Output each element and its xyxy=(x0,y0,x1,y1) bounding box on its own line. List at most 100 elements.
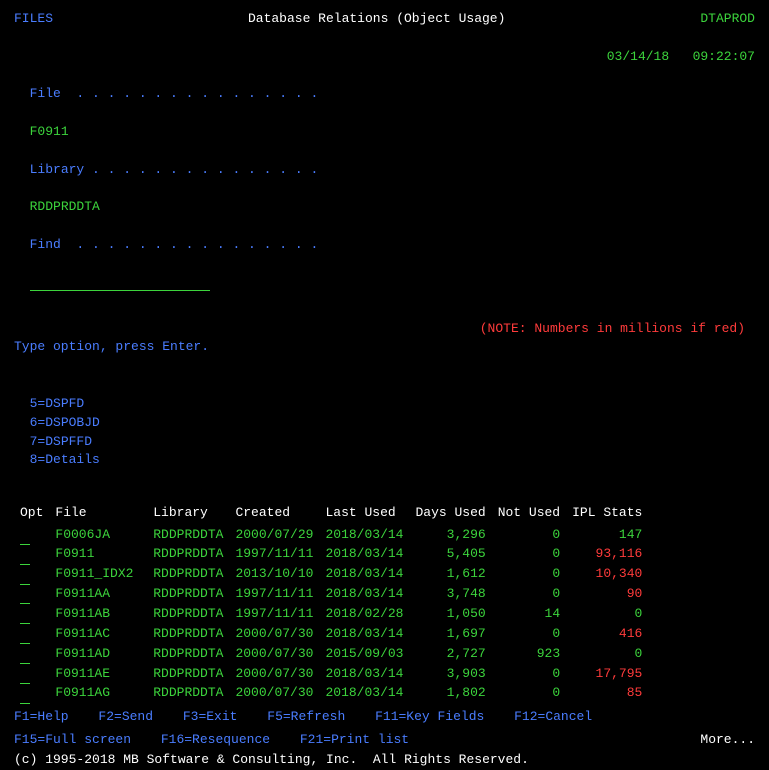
datetime-row: 03/14/18 09:22:07 xyxy=(14,29,755,67)
option-input[interactable] xyxy=(20,644,30,664)
cell-file: F0911 xyxy=(49,545,147,565)
cell-lastused: 2018/02/28 xyxy=(319,604,409,624)
cell-lastused: 2018/03/14 xyxy=(319,664,409,684)
find-input[interactable] xyxy=(30,275,210,291)
header-row: FILES Database Relations (Object Usage) … xyxy=(14,10,755,29)
table-row: F0911AE RDDPRDDTA2000/07/302018/03/14 3,… xyxy=(14,664,648,684)
cell-library: RDDPRDDTA xyxy=(147,525,229,545)
instructions-options: 5=DSPFD 6=DSPOBJD 7=DSPFFD 8=Details xyxy=(14,357,755,470)
cell-iplstats: 147 xyxy=(566,525,648,545)
option-input[interactable] xyxy=(20,585,30,605)
option-input[interactable] xyxy=(20,684,30,704)
cell-library: RDDPRDDTA xyxy=(147,565,229,585)
cell-lastused: 2018/03/14 xyxy=(319,545,409,565)
option-input[interactable] xyxy=(20,604,30,624)
fkey-row-2: F15=Full screen F16=Resequence F21=Print… xyxy=(14,731,755,750)
cell-notused: 0 xyxy=(492,525,566,545)
col-iplstats: IPL Stats xyxy=(566,504,648,525)
cell-daysused: 3,748 xyxy=(409,585,491,605)
cell-iplstats: 90 xyxy=(566,585,648,605)
date: 03/14/18 xyxy=(607,49,669,64)
system-name: DTAPROD xyxy=(700,10,755,29)
file-label: File . . . . . . . . . . . . . . . . xyxy=(30,86,319,101)
cell-notused: 14 xyxy=(492,604,566,624)
cell-notused: 0 xyxy=(492,664,566,684)
f2-send[interactable]: F2=Send xyxy=(98,709,153,724)
cell-daysused: 1,697 xyxy=(409,624,491,644)
table-row: F0911AC RDDPRDDTA2000/07/302018/03/14 1,… xyxy=(14,624,648,644)
cell-iplstats: 416 xyxy=(566,624,648,644)
col-created: Created xyxy=(229,504,319,525)
cell-iplstats: 85 xyxy=(566,684,648,704)
col-daysused: Days Used xyxy=(409,504,491,525)
cell-library: RDDPRDDTA xyxy=(147,585,229,605)
cell-iplstats: 17,795 xyxy=(566,664,648,684)
cell-library: RDDPRDDTA xyxy=(147,664,229,684)
f1-help[interactable]: F1=Help xyxy=(14,709,69,724)
f21-printlist[interactable]: F21=Print list xyxy=(300,732,409,747)
cell-iplstats: 0 xyxy=(566,644,648,664)
library-field-row: Library . . . . . . . . . . . . . . . RD… xyxy=(14,142,755,217)
option-input[interactable] xyxy=(20,525,30,545)
cell-file: F0911AA xyxy=(49,585,147,605)
table-row: F0911AG RDDPRDDTA2000/07/302018/03/14 1,… xyxy=(14,684,648,704)
cell-created: 2000/07/30 xyxy=(229,624,319,644)
f16-resequence[interactable]: F16=Resequence xyxy=(161,732,270,747)
library-label: Library . . . . . . . . . . . . . . . xyxy=(30,162,319,177)
cell-daysused: 5,405 xyxy=(409,545,491,565)
table-row: F0006JA RDDPRDDTA2000/07/292018/03/14 3,… xyxy=(14,525,648,545)
f5-refresh[interactable]: F5=Refresh xyxy=(267,709,345,724)
cell-created: 1997/11/11 xyxy=(229,585,319,605)
cell-notused: 0 xyxy=(492,585,566,605)
cell-created: 2000/07/30 xyxy=(229,644,319,664)
file-field-row: File . . . . . . . . . . . . . . . . F09… xyxy=(14,67,755,142)
table-row: F0911 RDDPRDDTA1997/11/112018/03/14 5,40… xyxy=(14,545,648,565)
table-row: F0911_IDX2 RDDPRDDTA2013/10/102018/03/14… xyxy=(14,565,648,585)
f3-exit[interactable]: F3=Exit xyxy=(183,709,238,724)
option-5: 5=DSPFD xyxy=(30,396,85,411)
cell-file: F0911AD xyxy=(49,644,147,664)
option-input[interactable] xyxy=(20,565,30,585)
table-row: F0911AB RDDPRDDTA1997/11/112018/02/28 1,… xyxy=(14,604,648,624)
file-value[interactable]: F0911 xyxy=(30,124,69,139)
cell-file: F0006JA xyxy=(49,525,147,545)
cell-library: RDDPRDDTA xyxy=(147,644,229,664)
f15-fullscreen[interactable]: F15=Full screen xyxy=(14,732,131,747)
time: 09:22:07 xyxy=(693,49,755,64)
copyright: (c) 1995-2018 MB Software & Consulting, … xyxy=(14,751,755,770)
find-field-row: Find . . . . . . . . . . . . . . . . xyxy=(14,217,755,292)
page-title: Database Relations (Object Usage) xyxy=(248,10,505,29)
cell-daysused: 1,050 xyxy=(409,604,491,624)
cell-daysused: 3,296 xyxy=(409,525,491,545)
cell-daysused: 3,903 xyxy=(409,664,491,684)
cell-daysused: 1,612 xyxy=(409,565,491,585)
cell-lastused: 2015/09/03 xyxy=(319,644,409,664)
find-label: Find . . . . . . . . . . . . . . . . xyxy=(30,237,319,252)
cell-lastused: 2018/03/14 xyxy=(319,585,409,605)
option-input[interactable] xyxy=(20,624,30,644)
cell-file: F0911_IDX2 xyxy=(49,565,147,585)
f12-cancel[interactable]: F12=Cancel xyxy=(514,709,592,724)
cell-lastused: 2018/03/14 xyxy=(319,525,409,545)
library-value[interactable]: RDDPRDDTA xyxy=(30,199,100,214)
more-indicator[interactable]: More... xyxy=(700,731,755,750)
table-row: F0911AD RDDPRDDTA2000/07/302015/09/03 2,… xyxy=(14,644,648,664)
fkey-row-1: F1=Help F2=Send F3=Exit F5=Refresh F11=K… xyxy=(14,708,755,727)
note-row: (NOTE: Numbers in millions if red) xyxy=(14,301,755,339)
option-8: 8=Details xyxy=(30,452,100,467)
cell-created: 2000/07/29 xyxy=(229,525,319,545)
cell-notused: 0 xyxy=(492,684,566,704)
cell-notused: 0 xyxy=(492,624,566,644)
cell-created: 2000/07/30 xyxy=(229,664,319,684)
cell-file: F0911AC xyxy=(49,624,147,644)
option-input[interactable] xyxy=(20,545,30,565)
f11-keyfields[interactable]: F11=Key Fields xyxy=(375,709,484,724)
cell-daysused: 1,802 xyxy=(409,684,491,704)
col-lastused: Last Used xyxy=(319,504,409,525)
option-6: 6=DSPOBJD xyxy=(30,415,100,430)
col-notused: Not Used xyxy=(492,504,566,525)
table-row: F0911AA RDDPRDDTA1997/11/112018/03/14 3,… xyxy=(14,585,648,605)
cell-iplstats: 0 xyxy=(566,604,648,624)
option-input[interactable] xyxy=(20,664,30,684)
cell-iplstats: 10,340 xyxy=(566,565,648,585)
